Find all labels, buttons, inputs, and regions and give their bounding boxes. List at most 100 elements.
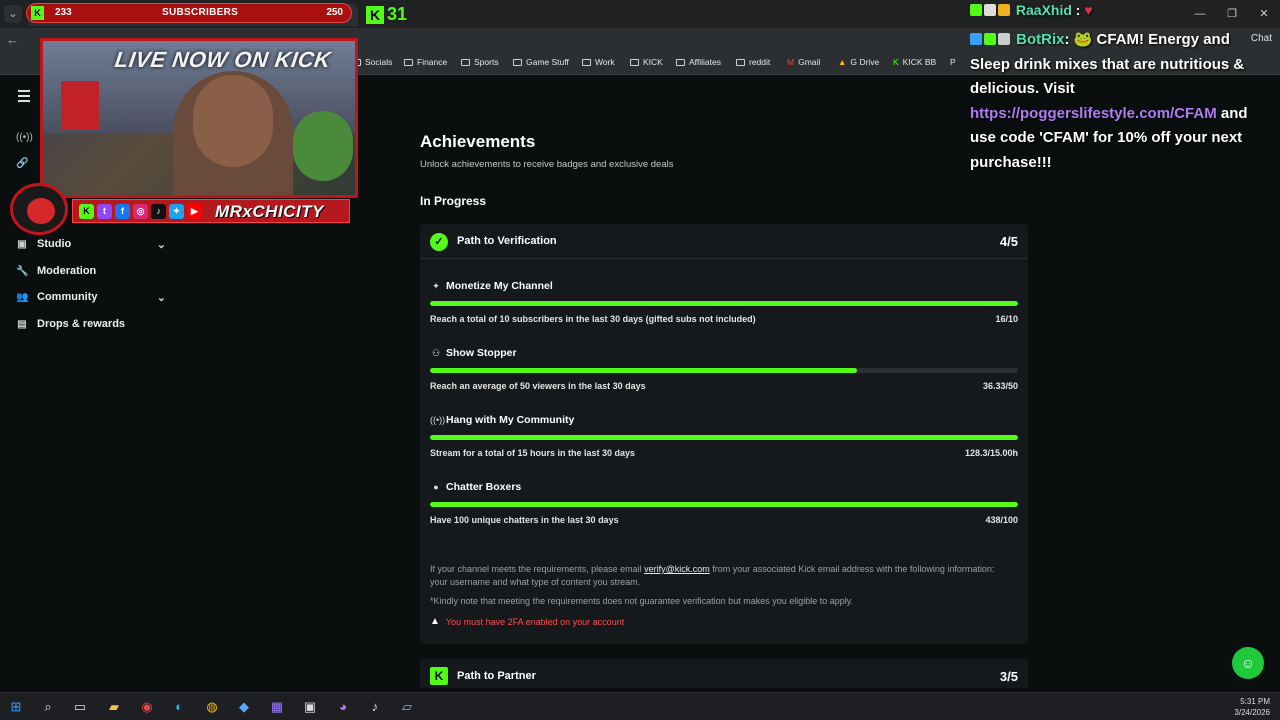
achievement-description: Reach a total of 10 subscribers in the l… [430, 314, 756, 324]
bookmark-folder[interactable]: KICK [630, 57, 663, 67]
app-icon[interactable]: ▱ [398, 698, 416, 716]
warning-icon: ▲ [430, 616, 440, 627]
bookmark-folder[interactable]: reddit [736, 57, 770, 67]
verification-card-header[interactable]: ✓ Path to Verification 4/5 [420, 224, 1028, 259]
webcam-overlay: LIVE NOW ON KICK [40, 38, 358, 198]
achievement-value: 128.3/15.00h [964, 448, 1018, 458]
subscriber-goal-banner: K 233 SUBSCRIBERS 250 [26, 3, 352, 23]
kick-icon: K [893, 57, 899, 67]
app-icon[interactable]: ▣ [301, 698, 319, 716]
bookmark-folder[interactable]: Affiliates [676, 57, 721, 67]
streamer-name: MRxCHICITY [215, 202, 324, 221]
badge-icon [998, 4, 1010, 16]
task-view-icon[interactable]: ▭ [71, 698, 89, 716]
tiktok-icon[interactable]: ♪ [366, 698, 384, 716]
bookmark-link[interactable]: ▲ G Drive [838, 57, 879, 67]
studio-icon: ▣ [17, 238, 27, 250]
folder-icon [630, 58, 639, 66]
support-chat-icon[interactable]: ☺ [1232, 647, 1264, 679]
back-icon[interactable]: ← [6, 32, 19, 47]
chevron-down-icon: ⌄ [156, 291, 166, 304]
windows-start-icon[interactable]: ⊞ [7, 698, 25, 716]
chat-username: RaaXhid [1015, 2, 1072, 18]
progress-fill [430, 502, 1018, 507]
sidebar-item-moderation[interactable]: 🔧 Moderation [16, 261, 166, 281]
folder-icon [513, 58, 522, 66]
tab-list-chevron-icon[interactable]: ⌄ [4, 5, 22, 23]
bookmark-link[interactable]: K KICK BB [893, 57, 936, 67]
progress-bar [430, 435, 1018, 440]
card-count: 4/5 [999, 234, 1018, 249]
sidebar-item-community[interactable]: 👥 Community ⌄ [16, 287, 166, 307]
achievement-description: Have 100 unique chatters in the last 30 … [430, 515, 619, 525]
achievement-value: 36.33/50 [982, 381, 1018, 391]
kick-logo-icon: K [366, 5, 384, 24]
link-icon[interactable]: 🔗 [16, 158, 28, 169]
page-title: Achievements [420, 132, 536, 151]
achievement-item: ((•)) Hang with My Community Stream for … [430, 414, 1018, 470]
verification-disclaimer: *Kindly note that meeting the requiremen… [430, 596, 854, 606]
partner-card[interactable]: K Path to Partner 3/5 [420, 659, 1028, 688]
verification-card: ✓ Path to Verification 4/5 ✦ Monetize My… [420, 224, 1028, 644]
card-title: Path to Partner [457, 670, 536, 682]
bookmark-link[interactable]: M Gmail [787, 57, 820, 67]
verify-email-link[interactable]: verify@kick.com [644, 564, 710, 574]
app-icon[interactable]: ◉ [138, 698, 156, 716]
bookmark-link[interactable]: P [950, 57, 956, 67]
achievement-title: Hang with My Community [446, 414, 575, 426]
chat-message: RaaXhid : ♥ [970, 2, 1093, 18]
app-icon[interactable]: ◆ [235, 698, 253, 716]
taskbar: ⊞ ⌕ ▭ ▰ ◉ ◐ ◍ ◆ ▦ ▣ ◕ ♪ ▱ 5:31 PM 3/24/2… [0, 692, 1280, 720]
broadcast-icon[interactable]: ((•)) [16, 132, 33, 143]
achievement-item: ● Chatter Boxers Have 100 unique chatter… [430, 481, 1018, 537]
folder-icon [582, 58, 591, 66]
sparkle-icon: ✦ [432, 281, 440, 291]
badge-icon [984, 33, 996, 45]
bookmark-folder[interactable]: Finance [404, 57, 447, 67]
kick-counter: K 31 [366, 4, 407, 25]
verification-note: If your channel meets the requirements, … [430, 564, 995, 587]
twitter-icon: ✦ [169, 204, 184, 219]
facebook-icon: f [115, 204, 130, 219]
bookmark-folder[interactable]: Sports [461, 57, 499, 67]
achievement-description: Stream for a total of 15 hours in the la… [430, 448, 636, 458]
edge-icon[interactable]: ◐ [170, 698, 188, 716]
menu-icon[interactable] [18, 90, 30, 105]
achievement-title: Chatter Boxers [446, 481, 522, 493]
app-icon[interactable]: ▦ [268, 698, 286, 716]
bookmark-folder[interactable]: Work [582, 57, 615, 67]
folder-icon [461, 58, 470, 66]
bull-logo-icon [10, 183, 68, 235]
badge-icon [970, 4, 982, 16]
kick-logo-icon: K [430, 667, 448, 685]
progress-bar [430, 502, 1018, 507]
chat-link[interactable]: https://poggerslifestyle.com/CFAM [970, 105, 1217, 122]
community-icon: 👥 [16, 291, 29, 303]
bookmark-folder[interactable]: Socials [352, 57, 392, 67]
section-title: In Progress [420, 194, 487, 208]
kick-logo-icon: K [31, 6, 44, 20]
file-explorer-icon[interactable]: ▰ [105, 698, 123, 716]
search-icon[interactable]: ⌕ [39, 698, 57, 716]
system-clock[interactable]: 5:31 PM 3/24/2026 [1234, 696, 1270, 718]
bookmark-folder[interactable]: Game Stuff [513, 57, 569, 67]
instagram-icon: ◎ [133, 204, 148, 219]
achievement-item: ✦ Monetize My Channel Reach a total of 1… [430, 280, 1018, 336]
minimize-icon[interactable]: — [1184, 0, 1216, 28]
restore-icon[interactable]: ❐ [1216, 0, 1248, 28]
sidebar-item-studio[interactable]: ▣ Studio ⌄ [16, 234, 166, 254]
achievement-value: 16/10 [995, 314, 1018, 324]
close-icon[interactable]: ✕ [1248, 0, 1280, 28]
chrome-icon[interactable]: ◍ [203, 698, 221, 716]
gmail-icon: M [787, 57, 795, 67]
sidebar-item-drops-rewards[interactable]: ▤ Drops & rewards [16, 314, 166, 334]
chevron-down-icon: ⌄ [156, 238, 166, 251]
viewers-icon: ⚇ [431, 348, 441, 358]
achievement-title: Show Stopper [446, 347, 517, 359]
app-icon[interactable]: ◕ [334, 698, 352, 716]
badge-icon [984, 4, 996, 16]
progress-bar [430, 301, 1018, 306]
progress-fill [430, 301, 1018, 306]
card-title: Path to Verification [457, 235, 557, 247]
folder-icon [676, 58, 685, 66]
